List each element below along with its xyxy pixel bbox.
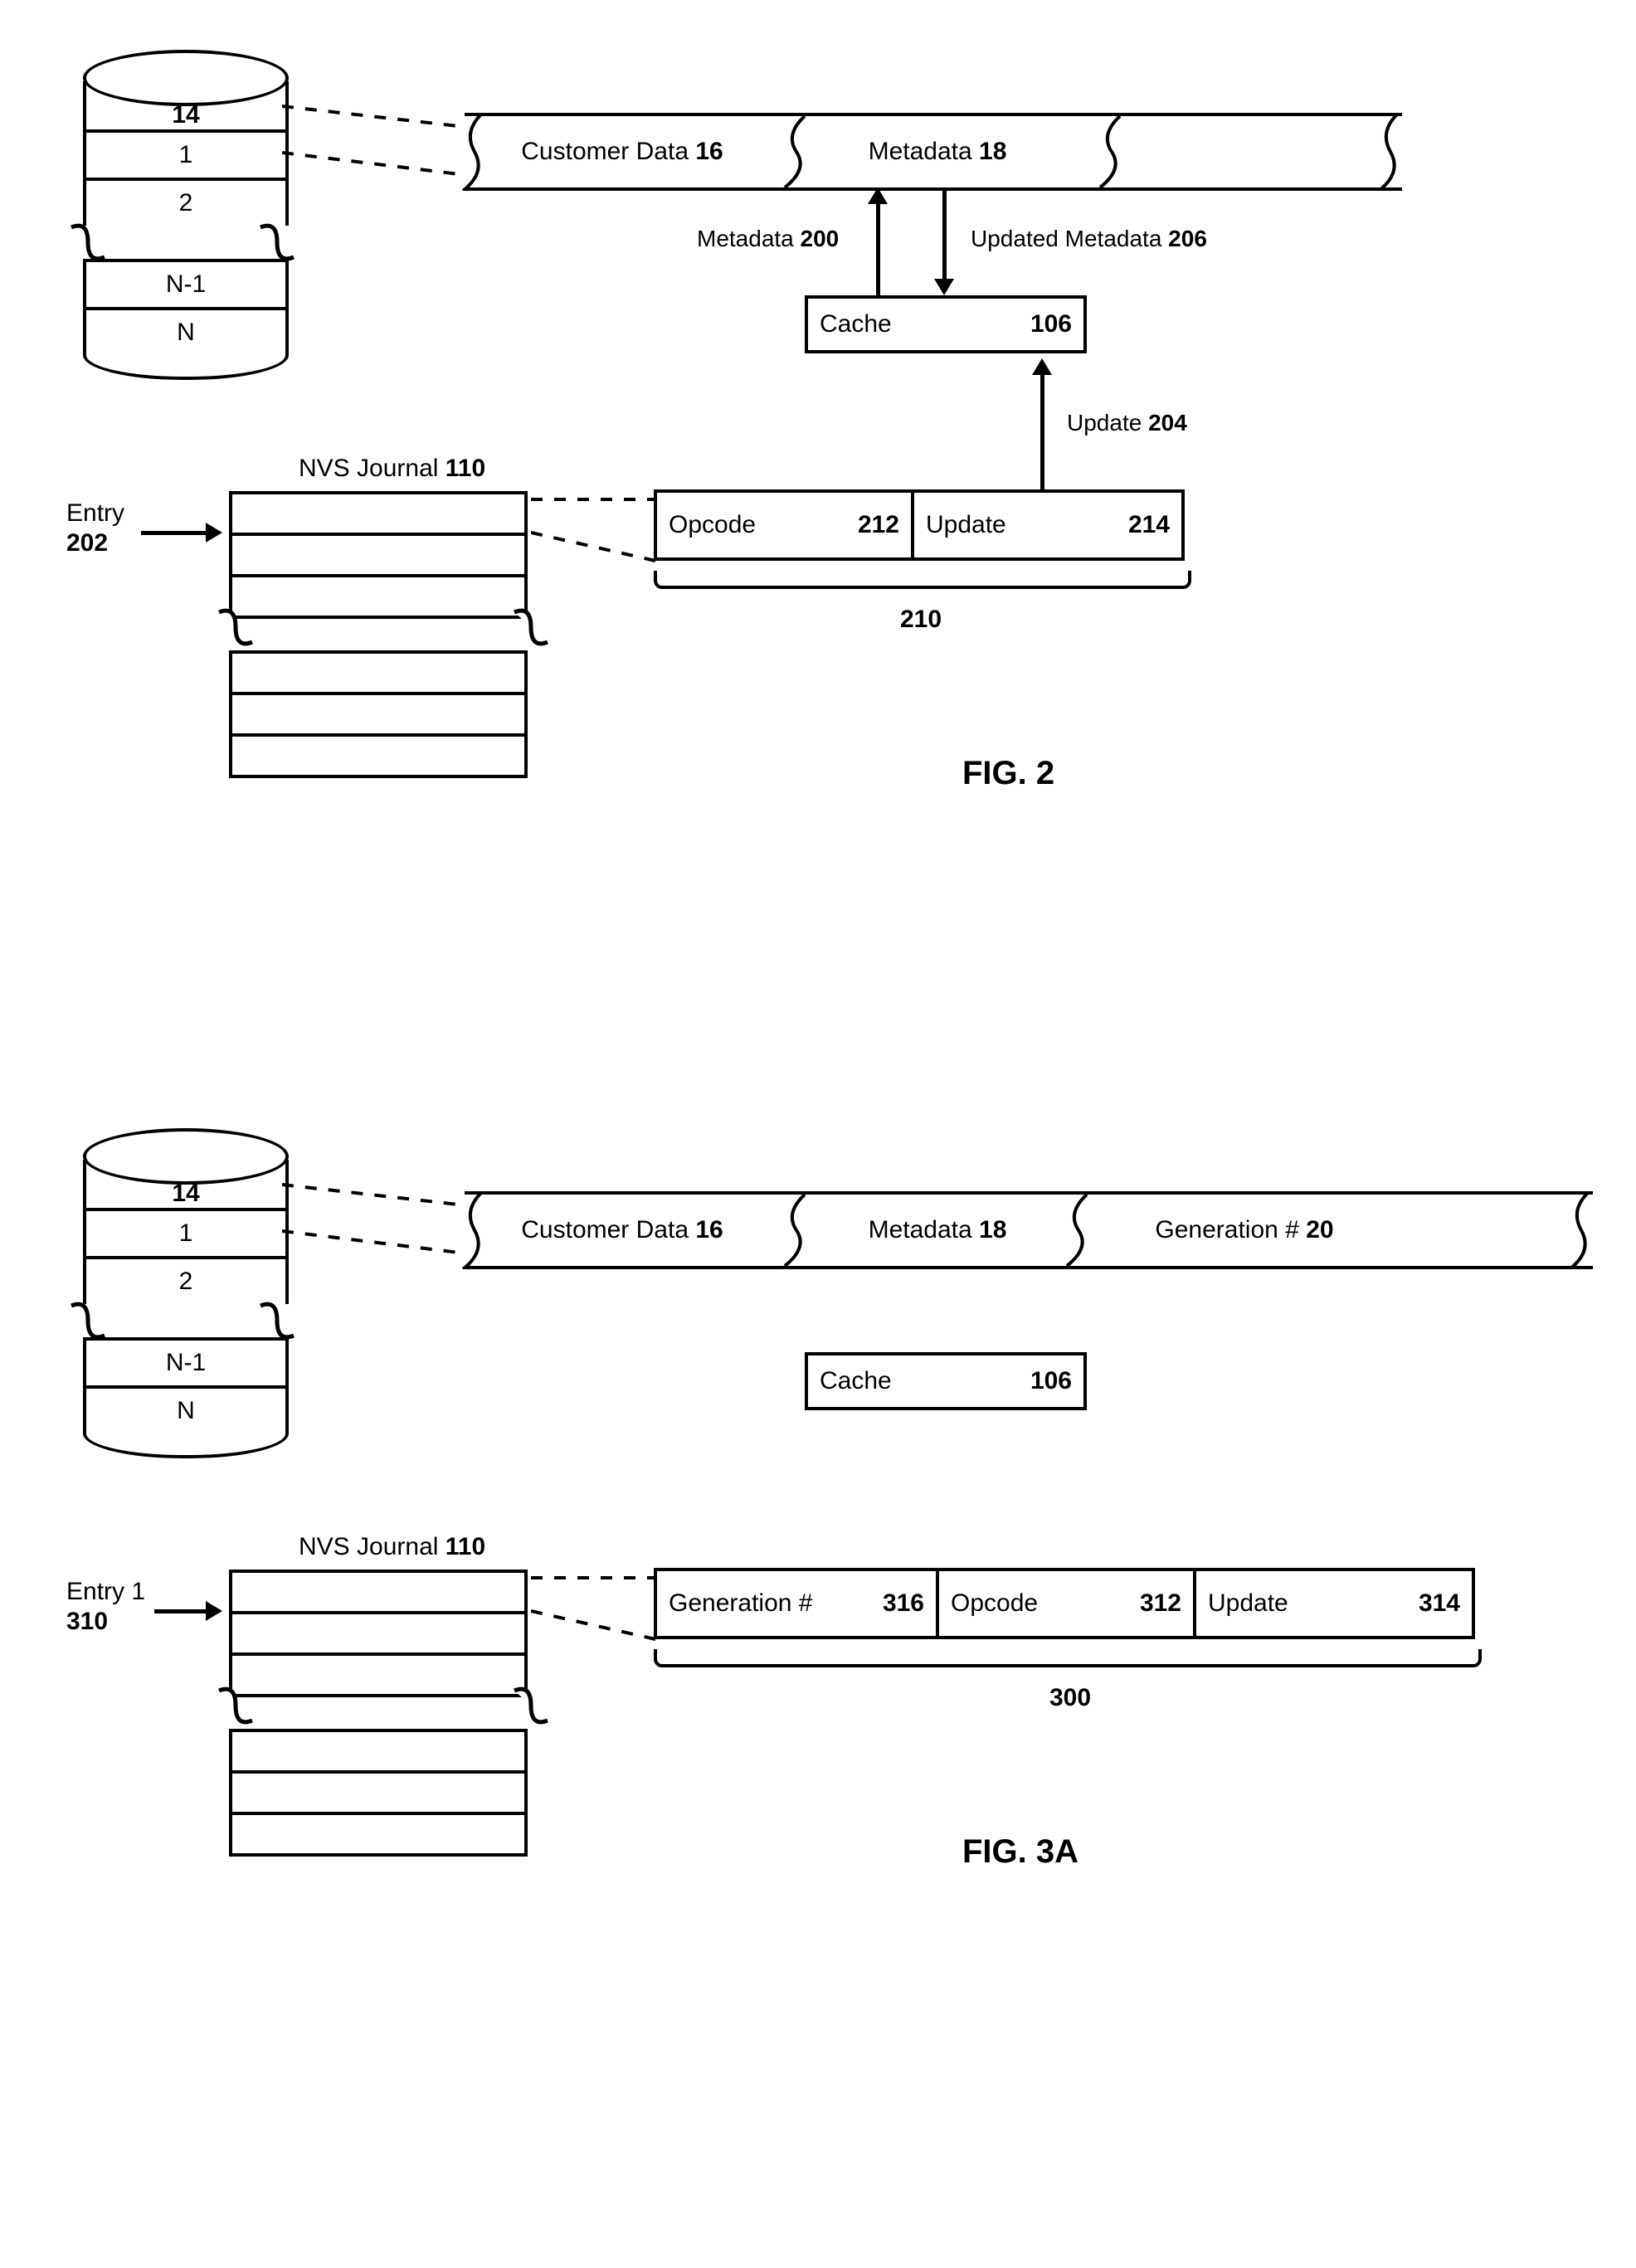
track-banner: Customer Data 16 Metadata 18 Generation …: [465, 1191, 1593, 1269]
cache-label: Cache: [820, 310, 892, 338]
entry-label-num: 310: [66, 1608, 108, 1636]
entry-box: Opcode 212 Update 214: [654, 489, 1185, 561]
updated-metadata-arrow-label: Updated Metadata 206: [971, 226, 1207, 252]
disk-row-nm1: N-1: [83, 1337, 289, 1385]
dashed-disk-banner: [282, 1170, 481, 1269]
figure-label: FIG. 2: [962, 755, 1054, 792]
arrow-update-up: [1032, 358, 1052, 375]
cache-box: Cache 106: [805, 295, 1087, 353]
tear-right-icon: [506, 1684, 556, 1727]
figure-3a: 14 1 2 N-1 N Customer Data 16 Metadata 1…: [33, 1112, 1609, 2090]
journal-top: [229, 491, 528, 619]
opcode-num: 312: [1140, 1589, 1181, 1618]
disk-stack: 14 1 2 N-1 N: [83, 1128, 282, 1458]
generation-num: 20: [1306, 1216, 1333, 1244]
customer-data-num: 16: [695, 1216, 723, 1244]
entry-label-text: Entry: [66, 499, 124, 528]
journal-bottom: [229, 650, 528, 778]
disk-stack: 14 1 2 N-1 N: [83, 50, 282, 380]
dashed-journal-entry: [531, 494, 664, 569]
customer-data-num: 16: [695, 138, 723, 166]
cache-num: 106: [1030, 1367, 1072, 1395]
dashed-journal-entry: [531, 1573, 664, 1647]
update-arrow-label: Update 204: [1067, 410, 1187, 436]
figure-label: FIG. 3A: [962, 1833, 1078, 1871]
update-num: 314: [1419, 1589, 1460, 1618]
journal-top: [229, 1570, 528, 1697]
journal-bottom: [229, 1729, 528, 1857]
metadata-num: 18: [979, 1216, 1006, 1244]
arrow-metadata-up: [868, 187, 888, 204]
gen-label: Generation #: [669, 1589, 812, 1618]
opcode-label: Opcode: [669, 511, 756, 539]
metadata-label: Metadata: [869, 138, 972, 166]
update-num: 214: [1128, 511, 1170, 539]
tear-left-icon: [211, 606, 260, 649]
generation-label: Generation #: [1155, 1216, 1298, 1244]
disk-row-n: N: [83, 307, 289, 355]
gen-num: 316: [883, 1589, 924, 1618]
metadata-arrow-label: Metadata 200: [697, 226, 839, 252]
journal-title: NVS Journal 110: [299, 455, 485, 483]
entry-ref: 300: [1029, 1684, 1112, 1712]
metadata-num: 18: [979, 138, 1006, 166]
figure-2: 14 1 2 N-1 N Customer Data 16 Metadata 1…: [33, 33, 1609, 1012]
customer-data-label: Customer Data: [521, 138, 689, 166]
entry-box: Generation # 316 Opcode 312 Update 314: [654, 1568, 1475, 1639]
cache-num: 106: [1030, 310, 1072, 338]
arrow-entry-right: [206, 523, 222, 543]
customer-data-label: Customer Data: [521, 1216, 689, 1244]
update-label: Update: [1208, 1589, 1288, 1618]
entry-label-num: 202: [66, 529, 108, 557]
disk-row-nm1: N-1: [83, 259, 289, 307]
tear-right-icon: [506, 606, 556, 649]
cache-label: Cache: [820, 1367, 892, 1395]
entry-ref: 210: [879, 606, 962, 634]
tear-left-icon: [211, 1684, 260, 1727]
cache-box: Cache 106: [805, 1352, 1087, 1410]
arrow-updated-down: [934, 279, 954, 295]
dashed-disk-banner: [282, 91, 481, 191]
disk-row-2: 2: [83, 178, 289, 226]
disk-row-1: 1: [83, 1208, 289, 1256]
arrow-entry-right: [206, 1601, 222, 1621]
disk-row-2: 2: [83, 1256, 289, 1304]
track-banner: Customer Data 16 Metadata 18: [465, 113, 1402, 191]
entry-label-text: Entry 1: [66, 1578, 145, 1606]
opcode-label: Opcode: [951, 1589, 1038, 1618]
disk-row-1: 1: [83, 129, 289, 178]
update-label: Update: [926, 511, 1006, 539]
metadata-label: Metadata: [869, 1216, 972, 1244]
disk-row-n: N: [83, 1385, 289, 1433]
opcode-num: 212: [858, 511, 899, 539]
journal-title: NVS Journal 110: [299, 1533, 485, 1561]
